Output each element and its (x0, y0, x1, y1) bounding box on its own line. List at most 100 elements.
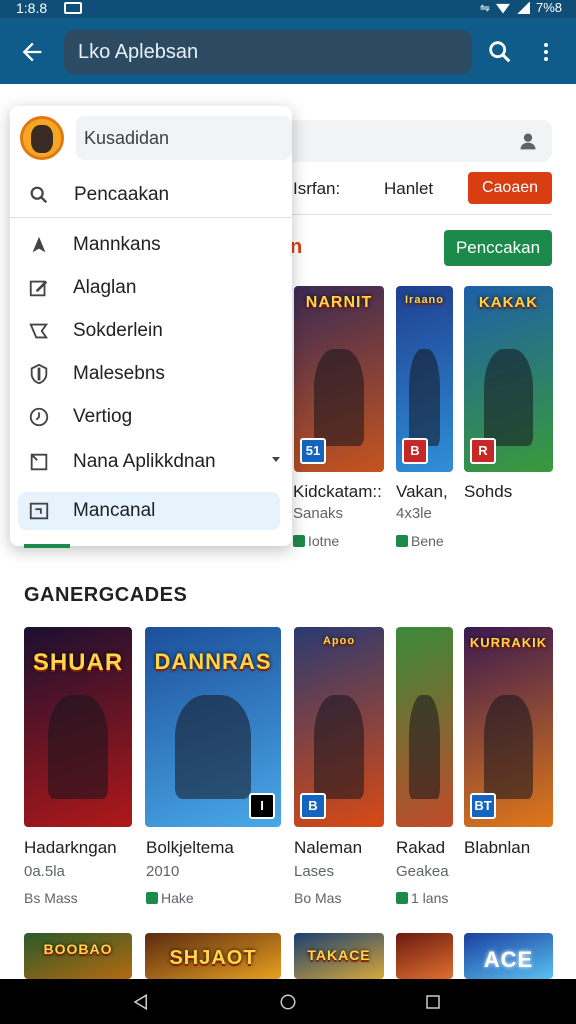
nav-home-icon[interactable] (279, 993, 297, 1011)
drawer-item-2[interactable]: Alaglan (18, 269, 280, 307)
game-card[interactable] (396, 933, 453, 979)
clock-icon (29, 407, 49, 427)
card-art-title: SHJAOT (169, 947, 257, 969)
card-title[interactable]: Bolkjeltema (146, 838, 234, 858)
avatar[interactable] (20, 116, 64, 160)
card-art-title: KAKAK (478, 294, 539, 311)
card-art-title: Apoo (322, 635, 356, 647)
card-hero-art (408, 349, 441, 446)
divider (290, 214, 552, 215)
card-badge: BT (470, 793, 496, 819)
card-art-title: DANNRAS (154, 649, 272, 674)
card-hero-art (483, 349, 534, 446)
game-card[interactable]: NARNIT 51 (294, 286, 384, 472)
card-title[interactable]: Naleman (294, 838, 362, 858)
card-title[interactable]: Rakad (396, 838, 445, 858)
drawer-search-label: Pencaakan (74, 184, 170, 205)
drawer-item-label: Malesebns (73, 363, 165, 384)
card-title[interactable]: Kidckatam:: (293, 482, 382, 502)
drawer-scroll-indicator (24, 544, 70, 548)
drawer-item-3[interactable]: Sokderlein (18, 312, 280, 350)
game-card[interactable] (396, 627, 453, 827)
section-title: GANERGCADES (24, 584, 188, 606)
game-card[interactable]: SHUAR (24, 627, 132, 827)
card-art-title: ACE (483, 947, 534, 972)
drawer-item-label: Nana Aplikkdnan (73, 451, 216, 472)
shield-icon (30, 363, 48, 385)
nav-recents-icon[interactable] (424, 993, 442, 1011)
battery-text: 7%8 (535, 0, 562, 15)
navigation-arrow-icon (32, 236, 46, 253)
bookmark-icon (30, 453, 48, 471)
drawer-item-1[interactable]: Mannkans (18, 226, 280, 264)
avatar-face (31, 125, 53, 153)
game-card[interactable]: Iraano B (396, 286, 453, 472)
game-card[interactable]: BOOBAO (24, 933, 132, 979)
vibrate-icon: ⇋ (479, 0, 490, 15)
app-search-box[interactable]: Lko Aplebsan (64, 30, 472, 74)
drawer-item-5[interactable]: Vertiog (18, 398, 280, 436)
game-card[interactable]: SHJAOT (145, 933, 281, 979)
card-meta: Bene (396, 533, 444, 549)
drawer-item-4[interactable]: Malesebns (18, 355, 280, 393)
install-icon (396, 535, 408, 547)
window-icon (29, 502, 49, 520)
card-hero-art (483, 695, 534, 799)
drawer-search-row[interactable]: Pencaakan (10, 172, 292, 218)
game-card[interactable]: Apoo B (294, 627, 384, 827)
navigation-drawer: Kusadidan Pencaakan Mannkans Alaglan Sok… (10, 106, 292, 548)
tab-3-button[interactable]: Caoaen (468, 172, 552, 204)
install-icon (293, 535, 305, 547)
section-action-button[interactable]: Penccakan (444, 230, 552, 266)
card-subtitle: 2010 (146, 863, 180, 880)
game-card[interactable]: KAKAK R (464, 286, 553, 472)
tag-icon (29, 323, 49, 339)
card-hero-art (174, 695, 252, 799)
card-subtitle: 0a.5la (24, 863, 65, 880)
card-title[interactable]: Sohds (464, 482, 512, 502)
search-icon (30, 186, 48, 204)
game-card[interactable]: TAKACE (294, 933, 384, 979)
card-meta: 1 lans (396, 890, 448, 906)
edit-box-icon (29, 280, 48, 297)
nav-back-icon[interactable] (132, 993, 150, 1011)
drawer-item-6[interactable]: Nana Aplikkdnan (18, 443, 280, 481)
card-subtitle: Lases (294, 863, 335, 880)
card-art-title: TAKACE (307, 947, 371, 963)
system-nav-bar (0, 979, 576, 1024)
back-arrow-icon[interactable] (18, 38, 46, 66)
card-hero-art (313, 349, 365, 446)
game-card[interactable]: DANNRAS I (145, 627, 281, 827)
drawer-item-label: Sokderlein (73, 320, 163, 341)
wifi-icon (495, 3, 510, 14)
tab-2[interactable]: Hanlet (384, 179, 433, 199)
status-time: 1:8.8 (16, 0, 48, 16)
drawer-item-label: Alaglan (73, 277, 137, 298)
card-badge: B (300, 793, 326, 819)
game-card[interactable]: ACE (464, 933, 553, 979)
person-icon[interactable] (518, 131, 538, 151)
card-hero-art (408, 695, 441, 799)
card-art-title: KURRAKIK (469, 635, 548, 650)
card-subtitle: Sanaks (293, 505, 344, 522)
user-name-field[interactable]: Kusadidan (76, 116, 292, 160)
search-icon[interactable] (486, 38, 514, 66)
tab-1[interactable]: Isrfan: (293, 179, 340, 199)
more-vert-icon[interactable] (534, 38, 558, 66)
card-subtitle: Geakea (396, 863, 449, 880)
drawer-item-label: Mancanal (73, 500, 156, 521)
card-art-title: NARNIT (305, 294, 373, 311)
card-badge: I (249, 793, 275, 819)
card-title[interactable]: Hadarkngan (24, 838, 117, 858)
card-subtitle: 4x3le (396, 505, 432, 522)
drawer-item-7-selected[interactable]: Mancanal (18, 492, 280, 530)
status-bar: 1:8.8 ⇋ 7%8 (0, 0, 576, 18)
game-card[interactable]: KURRAKIK BT (464, 627, 553, 827)
card-badge: B (402, 438, 428, 464)
card-art-title: Iraano (404, 294, 444, 306)
card-title[interactable]: Blabnlan (464, 838, 530, 858)
card-meta: Bs Mass (24, 890, 78, 906)
card-title[interactable]: Vakan, (396, 482, 448, 502)
chevron-down-icon[interactable] (272, 457, 280, 462)
card-badge: 51 (300, 438, 326, 464)
